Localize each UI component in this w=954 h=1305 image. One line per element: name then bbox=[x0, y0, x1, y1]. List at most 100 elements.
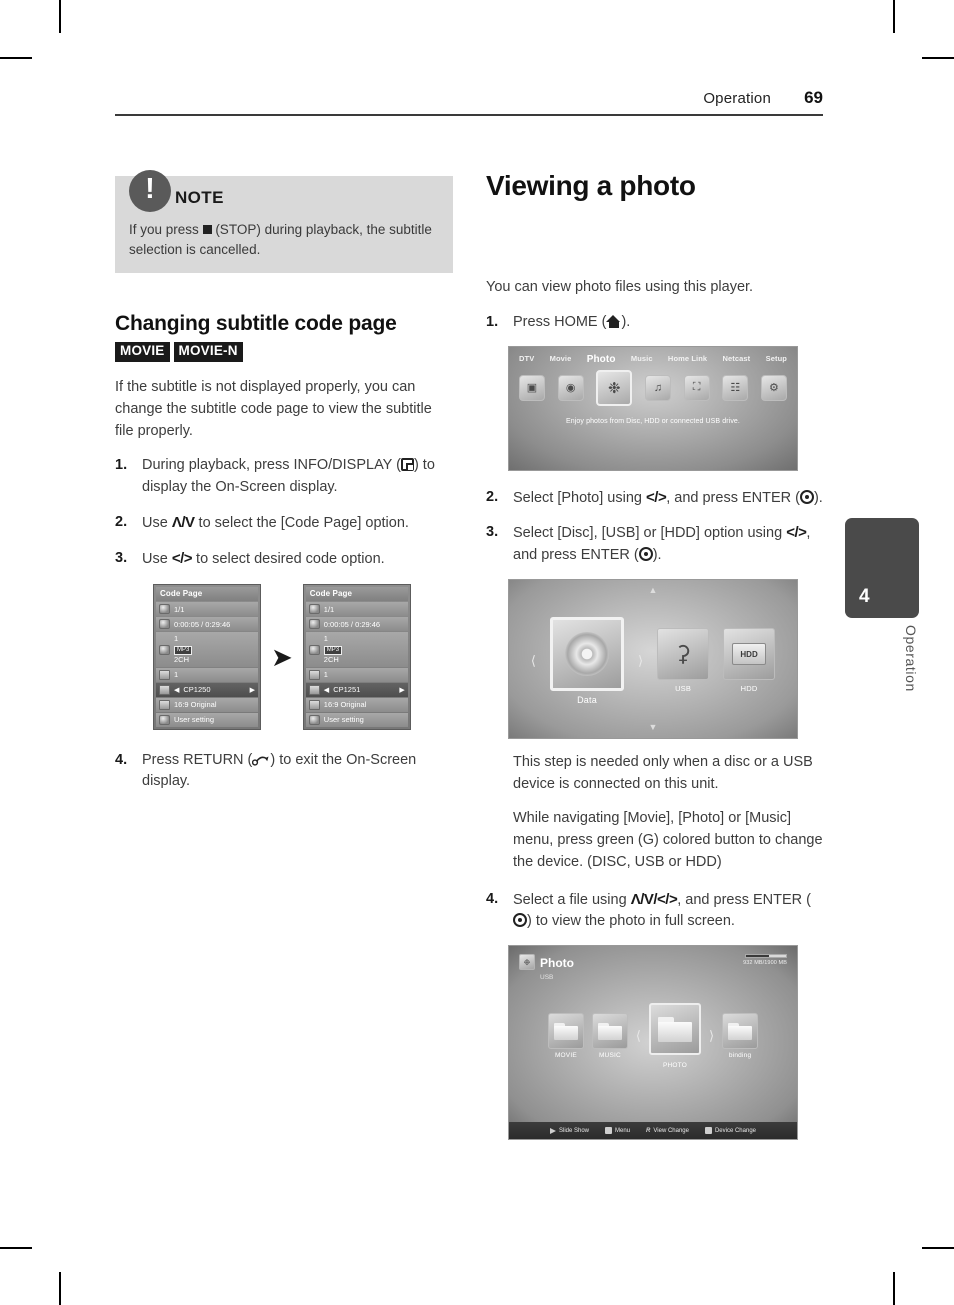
manual-page: Operation 69 4 Operation ! NOTE If you p… bbox=[0, 0, 954, 1305]
hdd-icon: HDD bbox=[723, 628, 776, 681]
storage-label: 932 MB/1900 MB bbox=[743, 960, 787, 967]
home-link-icon[interactable]: ⛶ bbox=[683, 374, 710, 401]
photo-browser-identity: ❉ Photo USB bbox=[519, 954, 574, 981]
folder-icon bbox=[547, 1013, 584, 1050]
osd-row-aspect: 16:9 Original bbox=[156, 697, 258, 712]
home-item-music[interactable]: Music bbox=[631, 354, 653, 365]
step-number: 3. bbox=[486, 524, 499, 541]
folder-item-photo[interactable]: PHOTO bbox=[649, 1003, 701, 1069]
step-item: 2. Select [Photo] using </>, and press E… bbox=[486, 487, 824, 510]
view-change-button[interactable]: R View Change bbox=[646, 1128, 689, 1134]
folder-icon bbox=[722, 1013, 759, 1050]
up-arrow-icon: ▲ bbox=[648, 584, 658, 595]
badge-movie: MOVIE bbox=[115, 342, 170, 363]
note-badge: ! NOTE bbox=[129, 170, 224, 212]
step-text-cont: , and press ENTER ( bbox=[666, 489, 800, 506]
photo-browser-title: Photo bbox=[540, 956, 574, 971]
osd-row-audio: 1 MP3 2CH bbox=[156, 632, 258, 667]
osd-title: Code Page bbox=[305, 587, 408, 602]
section-heading: Changing subtitle code page bbox=[115, 312, 397, 336]
osd-row-value: 16:9 Original bbox=[323, 699, 367, 709]
photo-browser-source: USB bbox=[540, 974, 554, 982]
aspect-icon bbox=[308, 699, 320, 710]
osd-row-title: 1/1 bbox=[305, 602, 408, 617]
menu-button[interactable]: Menu bbox=[605, 1127, 630, 1135]
folder-label: binding bbox=[728, 1052, 752, 1060]
crop-mark bbox=[59, 0, 61, 33]
osd-row-value: 0:00:05 / 0:29:46 bbox=[174, 619, 231, 629]
step-text: Select [Disc], [USB] or [HDD] option usi… bbox=[513, 525, 783, 542]
prev-arrow-icon[interactable]: ◀ bbox=[174, 686, 179, 694]
photo-browser-toolbar: Slide Show Menu R View Change Device Cha… bbox=[509, 1122, 797, 1140]
right-chevron-icon[interactable]: ⟩ bbox=[709, 1028, 714, 1044]
osd-list: 1/1 0:00:05 / 0:29:46 1 MP3 2CH 1 ◀ CP12… bbox=[156, 602, 258, 727]
dpad-keys: Λ/V/</> bbox=[630, 890, 678, 908]
header-section: Operation bbox=[703, 90, 771, 107]
tv-icon[interactable]: ▣ bbox=[519, 374, 545, 401]
folder-label: MUSIC bbox=[598, 1052, 621, 1060]
step-text-cont: to select desired code option. bbox=[196, 550, 385, 567]
button-label: Slide Show bbox=[558, 1127, 590, 1134]
film-icon[interactable]: ◉ bbox=[557, 374, 584, 401]
device-tile-hdd[interactable]: HDD HDD bbox=[723, 628, 776, 694]
crop-mark bbox=[893, 1272, 895, 1305]
folder-list: MOVIE MUSIC ⟨ PHOTO ⟩ binding bbox=[509, 1003, 797, 1069]
button-label: View Change bbox=[653, 1127, 689, 1134]
display-icon bbox=[400, 458, 414, 472]
folder-item-movie[interactable]: MOVIE bbox=[547, 1013, 584, 1059]
next-arrow-icon[interactable]: ▶ bbox=[399, 686, 404, 694]
step-text: During playback, press INFO/DISPLAY ( bbox=[142, 457, 401, 474]
updown-keys: Λ/V bbox=[171, 513, 195, 531]
note-text-before: If you press bbox=[129, 222, 199, 237]
device-tile-usb[interactable]: ⚳ USB bbox=[657, 628, 710, 693]
home-item-netcast[interactable]: Netcast bbox=[722, 354, 750, 365]
leftright-keys: </> bbox=[646, 488, 667, 506]
prev-arrow-icon[interactable]: ◀ bbox=[324, 686, 329, 694]
right-chevron-icon[interactable]: ⟩ bbox=[638, 653, 643, 669]
left-chevron-icon[interactable]: ⟨ bbox=[636, 1028, 641, 1044]
folder-item-binding[interactable]: binding bbox=[722, 1013, 759, 1060]
folder-item-music[interactable]: MUSIC bbox=[591, 1013, 628, 1060]
osd-row-codepage[interactable]: ◀ CP1250 ▶ bbox=[156, 682, 258, 697]
netcast-icon[interactable]: ☷ bbox=[722, 374, 749, 401]
crop-mark bbox=[893, 0, 895, 33]
step-number: 2. bbox=[486, 488, 499, 505]
disc-icon bbox=[550, 616, 624, 691]
leftright-keys: </> bbox=[786, 524, 807, 542]
photo-icon[interactable]: ❉ bbox=[596, 369, 633, 406]
home-item-movie[interactable]: Movie bbox=[550, 354, 572, 365]
osd-row-subtitle: 1 bbox=[305, 667, 408, 682]
home-item-dtv[interactable]: DTV bbox=[519, 354, 534, 365]
home-item-setup[interactable]: Setup bbox=[766, 354, 787, 365]
chapter-tab-label: Operation bbox=[903, 625, 919, 692]
osd-title: Code Page bbox=[156, 587, 258, 602]
picture-icon bbox=[159, 714, 170, 725]
left-column: ! NOTE If you press (STOP) during playba… bbox=[115, 170, 453, 806]
device-label: HDD bbox=[740, 684, 758, 694]
slide-show-button[interactable]: Slide Show bbox=[549, 1127, 590, 1134]
play-icon bbox=[549, 1127, 556, 1134]
audio-codec: MP3 bbox=[323, 645, 343, 656]
left-chevron-icon[interactable]: ⟨ bbox=[531, 653, 536, 669]
osd-row-picture: User setting bbox=[305, 712, 408, 727]
device-tile-disc[interactable]: Data bbox=[550, 616, 624, 705]
gear-icon[interactable]: ⚙ bbox=[760, 374, 787, 401]
home-item-photo[interactable]: Photo bbox=[587, 354, 616, 365]
music-note-icon[interactable]: ♫ bbox=[644, 374, 671, 401]
photo-browser-screenshot: ❉ Photo USB 932 MB/1900 MB MOVIE MUSIC ⟨… bbox=[508, 945, 798, 1141]
osd-row-codepage[interactable]: ◀ CP1251 ▶ bbox=[305, 682, 408, 697]
step-text: Select a file using bbox=[513, 891, 627, 908]
subtitle-icon bbox=[159, 669, 170, 680]
step-text: Use bbox=[142, 514, 168, 531]
badge-movie-n: MOVIE-N bbox=[173, 342, 243, 363]
audio-track: 1 bbox=[174, 634, 179, 644]
device-change-button[interactable]: Device Change bbox=[704, 1127, 756, 1135]
next-arrow-icon[interactable]: ▶ bbox=[250, 686, 255, 694]
page-number: 69 bbox=[804, 88, 823, 107]
folder-icon bbox=[591, 1013, 628, 1050]
osd-row-value: 1/1 bbox=[323, 604, 335, 614]
note-body: If you press (STOP) during playback, the… bbox=[129, 220, 439, 259]
step-number: 1. bbox=[115, 457, 128, 474]
home-item-home-link[interactable]: Home Link bbox=[668, 354, 707, 365]
time-icon bbox=[159, 619, 170, 630]
